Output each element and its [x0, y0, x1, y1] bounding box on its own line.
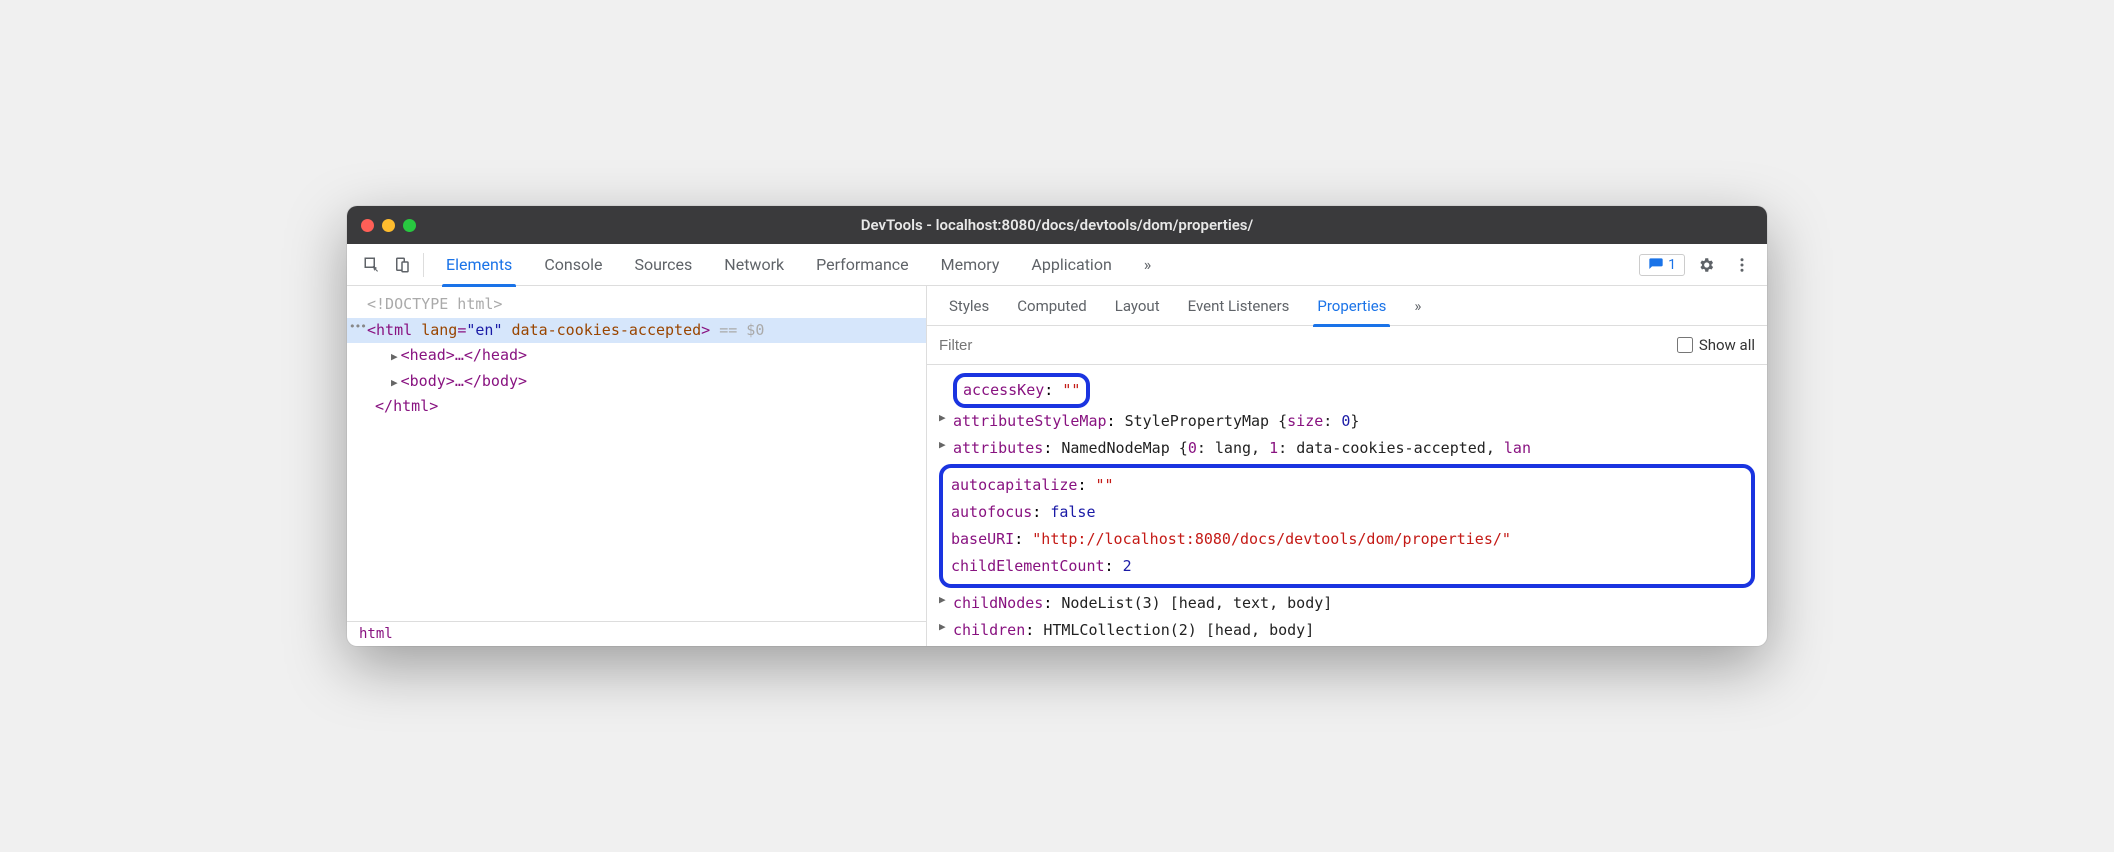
prop-autofocus[interactable]: autofocus: false	[951, 499, 1743, 526]
filter-input[interactable]	[939, 337, 1677, 354]
elements-pane: <!DOCTYPE html> <html lang="en" data-coo…	[347, 286, 927, 646]
more-sidebar-tabs-icon[interactable]: »	[1400, 286, 1435, 326]
highlighted-properties-block: autocapitalize: "" autofocus: false base…	[939, 464, 1755, 588]
tab-sources[interactable]: Sources	[618, 244, 708, 286]
show-all-toggle[interactable]: Show all	[1677, 336, 1755, 354]
tab-event-listeners[interactable]: Event Listeners	[1174, 286, 1304, 326]
maximize-window-icon[interactable]	[403, 219, 416, 232]
doctype-line[interactable]: <!DOCTYPE html>	[347, 292, 926, 318]
head-element-line[interactable]: ▶<head>…</head>	[347, 343, 926, 369]
prop-attributes[interactable]: ▶attributes: NamedNodeMap {0: lang, 1: d…	[939, 435, 1755, 462]
main-toolbar: Elements Console Sources Network Perform…	[347, 244, 1767, 286]
html-close-line[interactable]: </html>	[347, 394, 926, 420]
tab-memory[interactable]: Memory	[925, 244, 1016, 286]
device-toolbar-icon[interactable]	[387, 250, 417, 280]
tab-network[interactable]: Network	[708, 244, 800, 286]
filter-row: Show all	[927, 326, 1767, 365]
html-element-line[interactable]: <html lang="en" data-cookies-accepted> =…	[347, 318, 926, 344]
tab-elements[interactable]: Elements	[430, 244, 528, 286]
prop-attributestylemap[interactable]: ▶attributeStyleMap: StylePropertyMap {si…	[939, 408, 1755, 435]
settings-icon[interactable]	[1691, 250, 1721, 280]
tab-performance[interactable]: Performance	[800, 244, 925, 286]
tab-application[interactable]: Application	[1015, 244, 1127, 286]
titlebar: DevTools - localhost:8080/docs/devtools/…	[347, 206, 1767, 244]
minimize-window-icon[interactable]	[382, 219, 395, 232]
separator	[423, 253, 424, 277]
kebab-menu-icon[interactable]	[1727, 250, 1757, 280]
breadcrumb[interactable]: html	[347, 621, 926, 646]
sidebar-tabs: Styles Computed Layout Event Listeners P…	[927, 286, 1767, 326]
prop-childelementcount[interactable]: childElementCount: 2	[951, 553, 1743, 580]
prop-autocapitalize[interactable]: autocapitalize: ""	[951, 472, 1743, 499]
issues-badge[interactable]: 1	[1639, 254, 1685, 276]
properties-list: accessKey: "" ▶attributeStyleMap: StyleP…	[927, 365, 1767, 646]
dom-tree[interactable]: <!DOCTYPE html> <html lang="en" data-coo…	[347, 286, 926, 621]
tab-console[interactable]: Console	[528, 244, 618, 286]
window-title: DevTools - localhost:8080/docs/devtools/…	[347, 216, 1767, 234]
panel-tabs: Elements Console Sources Network Perform…	[430, 244, 1639, 286]
more-tabs-icon[interactable]: »	[1128, 244, 1168, 286]
tab-layout[interactable]: Layout	[1101, 286, 1174, 326]
sidebar-pane: Styles Computed Layout Event Listeners P…	[927, 286, 1767, 646]
show-all-checkbox[interactable]	[1677, 337, 1693, 353]
show-all-label: Show all	[1699, 336, 1755, 354]
prop-children[interactable]: ▶children: HTMLCollection(2) [head, body…	[939, 617, 1755, 644]
prop-baseuri[interactable]: baseURI: "http://localhost:8080/docs/dev…	[951, 526, 1743, 553]
prop-childnodes[interactable]: ▶childNodes: NodeList(3) [head, text, bo…	[939, 590, 1755, 617]
tab-styles[interactable]: Styles	[935, 286, 1003, 326]
tab-properties[interactable]: Properties	[1303, 286, 1400, 326]
tab-computed[interactable]: Computed	[1003, 286, 1101, 326]
inspect-element-icon[interactable]	[357, 250, 387, 280]
close-window-icon[interactable]	[361, 219, 374, 232]
issues-count: 1	[1668, 257, 1676, 273]
traffic-lights	[361, 219, 416, 232]
prop-accesskey[interactable]: accessKey: ""	[939, 373, 1755, 408]
body-element-line[interactable]: ▶<body>…</body>	[347, 369, 926, 395]
